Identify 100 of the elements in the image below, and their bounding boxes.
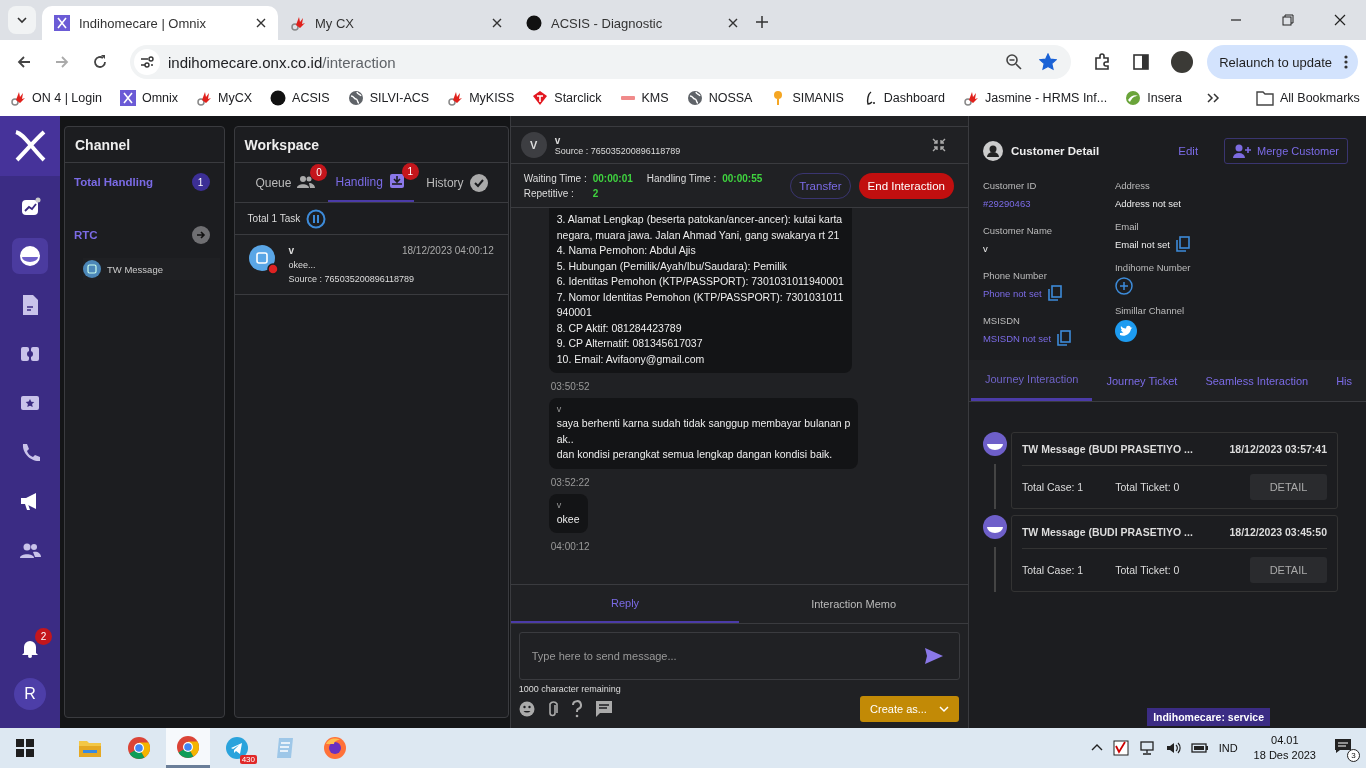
clock-time[interactable]: 04.01 <box>1271 733 1299 748</box>
caret-icon <box>938 704 949 714</box>
close-icon[interactable] <box>1334 14 1346 26</box>
field-value: Address not set <box>1114 197 1181 209</box>
browser-tab[interactable]: My CX <box>278 6 514 40</box>
collapse-icon[interactable] <box>931 138 946 152</box>
restore-icon[interactable] <box>1282 14 1294 26</box>
rtc-label[interactable]: RTC <box>74 229 98 241</box>
field-value[interactable]: MSISDN not set <box>982 332 1052 344</box>
language-indicator[interactable]: IND <box>1218 742 1238 754</box>
bookmark[interactable]: MyCX <box>196 90 253 106</box>
copy-icon[interactable] <box>1057 330 1072 346</box>
flame-icon <box>290 15 306 31</box>
panel-title: Customer Detail <box>1010 145 1100 157</box>
workspace-tab[interactable]: Handling 1 <box>328 163 415 202</box>
field-value[interactable]: Phone not set <box>982 287 1042 299</box>
bookmark[interactable]: Omnix <box>119 90 179 106</box>
network-icon[interactable] <box>1138 740 1155 756</box>
user-avatar[interactable]: R <box>14 678 46 710</box>
checkmark-app-icon[interactable] <box>1112 740 1129 756</box>
taskbar-app[interactable]: 430 <box>215 728 259 768</box>
relaunch-button[interactable]: Relaunch to update <box>1207 45 1358 79</box>
twitter-bird-icon[interactable] <box>1114 320 1137 342</box>
site-settings-icon[interactable] <box>134 49 160 75</box>
comment-icon[interactable] <box>594 700 613 718</box>
chrome-icon <box>175 733 201 760</box>
speaker-icon[interactable] <box>1164 740 1181 756</box>
chevrons-right-icon[interactable] <box>1205 91 1220 105</box>
bookmark[interactable]: Insera <box>1125 90 1182 106</box>
bookmark[interactable]: SIMANIS <box>770 90 844 106</box>
browser-tab[interactable]: ACSIS - Diagnostic <box>514 6 750 40</box>
star-icon[interactable] <box>1039 53 1058 71</box>
bookmark[interactable]: Jasmine - HRMS Inf... <box>962 90 1108 106</box>
attachment-icon[interactable] <box>546 700 559 718</box>
edit-link[interactable]: Edit <box>1178 145 1199 157</box>
bookmark[interactable]: KMS <box>619 90 669 106</box>
notification-badge: 2 <box>35 628 52 645</box>
question-icon[interactable] <box>570 700 583 718</box>
windows-start-icon[interactable] <box>16 739 34 757</box>
field-label: Address <box>1114 180 1151 191</box>
bell-icon[interactable] <box>20 638 40 658</box>
customer-name: v <box>554 134 562 146</box>
notification-center-button[interactable]: 3 <box>1332 734 1360 762</box>
close-icon[interactable] <box>728 18 738 28</box>
bookmark[interactable]: ON 4 | Login <box>10 90 102 106</box>
bookmark[interactable]: Starclick <box>532 90 602 106</box>
arrow-right-icon[interactable] <box>191 226 210 244</box>
copy-icon[interactable] <box>1175 236 1190 252</box>
reply-tab[interactable]: Interaction Memo <box>739 585 968 623</box>
add-circle-icon[interactable] <box>1114 277 1133 295</box>
message-input[interactable]: Type here to send message... <box>518 632 960 680</box>
all-bookmarks-button[interactable]: All Bookmarks <box>1255 90 1360 106</box>
detail-button[interactable]: DETAIL <box>1250 557 1327 583</box>
back-icon[interactable] <box>16 54 32 70</box>
end-interaction-button[interactable]: End Interaction <box>858 172 954 199</box>
bookmark[interactable]: ACSIS <box>270 90 330 106</box>
reload-icon[interactable] <box>92 54 108 70</box>
waiting-time-label: Waiting Time : <box>523 172 587 184</box>
customer-name: v <box>288 245 295 256</box>
close-icon[interactable] <box>492 18 502 28</box>
emoji-icon[interactable] <box>518 701 535 717</box>
taskbar-app[interactable] <box>166 728 210 768</box>
close-icon[interactable] <box>256 18 266 28</box>
journey-tab[interactable]: Journey Ticket <box>1092 360 1192 401</box>
puzzle-icon[interactable] <box>1093 53 1112 71</box>
field-value[interactable]: #29290463 <box>982 197 1031 209</box>
bookmark[interactable]: MyKISS <box>447 90 515 106</box>
tab-search-button[interactable] <box>8 6 36 34</box>
total-ticket: Total Ticket: 0 <box>1115 564 1180 576</box>
pause-icon[interactable] <box>306 208 327 229</box>
browser-tab[interactable]: Indihomecare | Omnix <box>42 6 278 40</box>
bookmark[interactable]: NOSSA <box>686 90 753 106</box>
bookmark[interactable]: SILVI-ACS <box>347 90 430 106</box>
detail-button[interactable]: DETAIL <box>1250 474 1327 500</box>
new-tab-icon[interactable] <box>756 16 768 28</box>
journey-tab[interactable]: His <box>1322 360 1366 401</box>
tab-title: ACSIS - Diagnostic <box>551 15 664 31</box>
journey-tab[interactable]: Seamless Interaction <box>1191 360 1323 401</box>
address-bar[interactable]: indihomecare.onx.co.id/interaction <box>130 45 1072 79</box>
profile-avatar[interactable] <box>1171 51 1194 73</box>
side-panel-icon[interactable] <box>1133 54 1150 70</box>
zoom-out-icon[interactable] <box>1005 53 1024 71</box>
merge-customer-button[interactable]: Merge Customer <box>1224 138 1348 164</box>
battery-icon[interactable] <box>1190 742 1209 754</box>
send-icon[interactable] <box>923 647 944 665</box>
bookmark[interactable]: Dashboard <box>861 90 945 106</box>
message-sender: v <box>556 404 563 414</box>
leaf-icon <box>1125 90 1142 106</box>
clock-date[interactable]: 18 Des 2023 <box>1253 748 1316 763</box>
more-icon[interactable] <box>1344 55 1348 69</box>
check-circle-icon <box>469 173 488 192</box>
handling-time-label: Handling Time : <box>646 172 717 184</box>
message-time: 03:52:22 <box>550 476 590 488</box>
workspace-tab[interactable]: Queue 0 <box>242 163 329 202</box>
journey-time: 18/12/2023 03:57:41 <box>1229 443 1327 455</box>
total-handling-label[interactable]: Total Handling <box>74 176 153 188</box>
reply-tab[interactable]: Reply <box>510 585 740 623</box>
copy-icon[interactable] <box>1047 285 1062 301</box>
user-circle-icon <box>982 141 1003 161</box>
nav-item[interactable] <box>12 238 48 274</box>
